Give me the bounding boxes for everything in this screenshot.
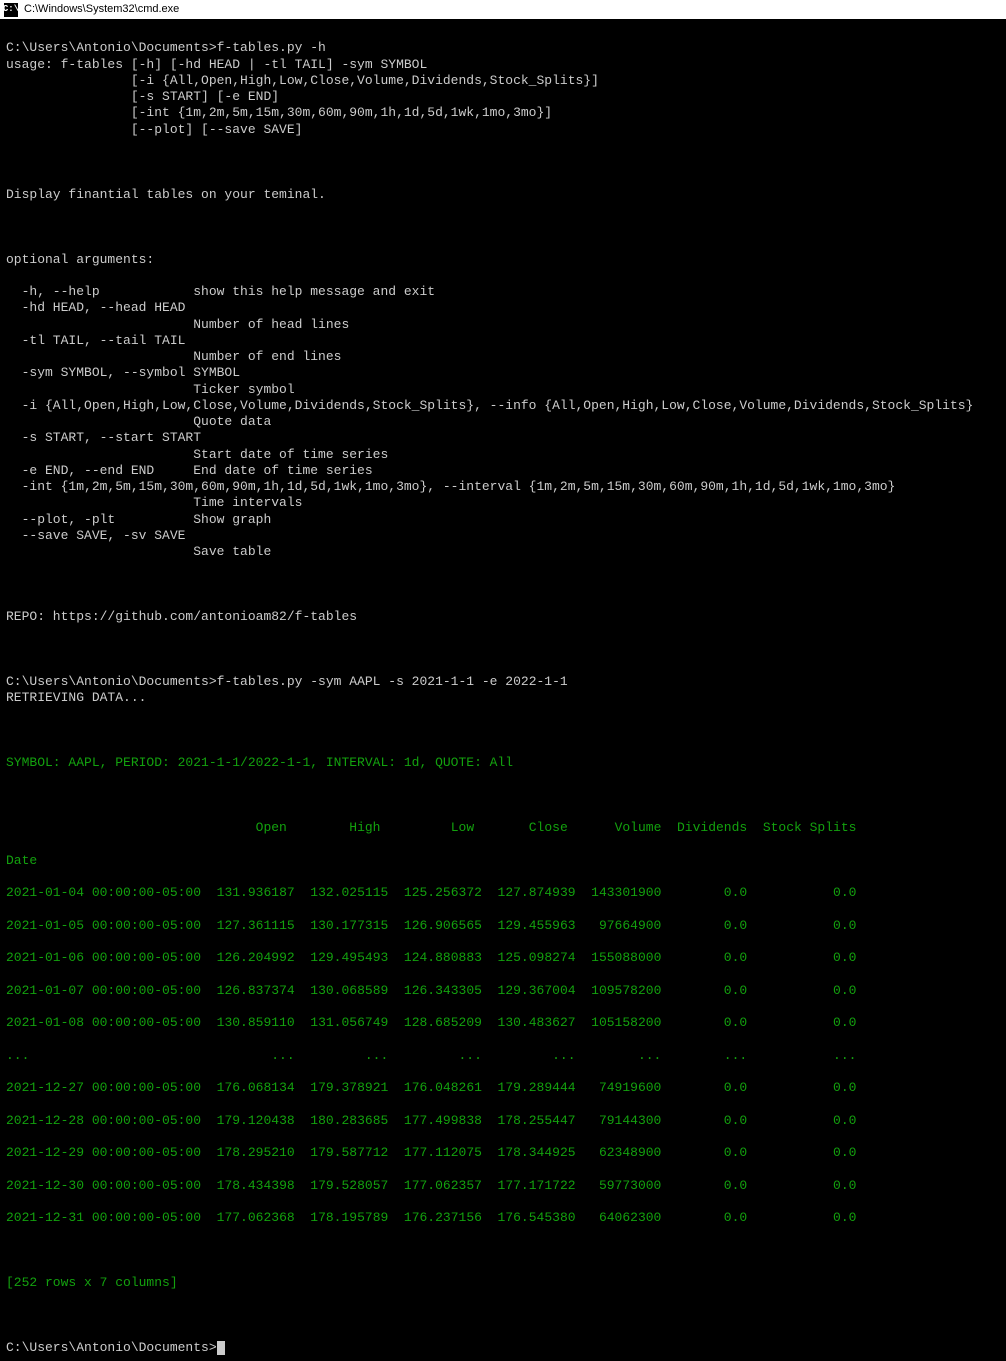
table-row: 2021-01-04 00:00:00-05:00 131.936187 132… [6, 885, 1000, 901]
arg-line: --save SAVE, -sv SAVE [6, 528, 1000, 544]
arg-line: -int {1m,2m,5m,15m,30m,60m,90m,1h,1d,5d,… [6, 479, 1000, 495]
retrieving-line: RETRIEVING DATA... [6, 690, 1000, 706]
terminal-output[interactable]: C:\Users\Antonio\Documents>f-tables.py -… [0, 20, 1006, 1361]
shape-line: [252 rows x 7 columns] [6, 1275, 1000, 1291]
table-row: 2021-12-27 00:00:00-05:00 176.068134 179… [6, 1080, 1000, 1096]
arg-line: Ticker symbol [6, 382, 1000, 398]
window-titlebar[interactable]: C:\ C:\Windows\System32\cmd.exe [0, 0, 1006, 20]
arg-line: -tl TAIL, --tail TAIL [6, 333, 1000, 349]
table-row: 2021-12-30 00:00:00-05:00 178.434398 179… [6, 1178, 1000, 1194]
summary-line: SYMBOL: AAPL, PERIOD: 2021-1-1/2022-1-1,… [6, 755, 1000, 771]
description-line: Display finantial tables on your teminal… [6, 187, 1000, 203]
arg-line: -hd HEAD, --head HEAD [6, 300, 1000, 316]
arg-line: Save table [6, 544, 1000, 560]
table-row: 2021-01-07 00:00:00-05:00 126.837374 130… [6, 983, 1000, 999]
table-row: 2021-01-08 00:00:00-05:00 130.859110 131… [6, 1015, 1000, 1031]
arg-line: Number of head lines [6, 317, 1000, 333]
index-label-row: Date [6, 853, 1000, 869]
table-row: 2021-01-05 00:00:00-05:00 127.361115 130… [6, 918, 1000, 934]
usage-line: usage: f-tables [-h] [-hd HEAD | -tl TAI… [6, 57, 1000, 73]
arg-line: --plot, -plt Show graph [6, 512, 1000, 528]
final-prompt[interactable]: C:\Users\Antonio\Documents> [6, 1340, 225, 1355]
usage-line: [-int {1m,2m,5m,15m,30m,60m,90m,1h,1d,5d… [6, 105, 1000, 121]
table-row: 2021-12-29 00:00:00-05:00 178.295210 179… [6, 1145, 1000, 1161]
arg-line: Number of end lines [6, 349, 1000, 365]
usage-block: usage: f-tables [-h] [-hd HEAD | -tl TAI… [6, 57, 1000, 138]
arg-line: -i {All,Open,High,Low,Close,Volume,Divid… [6, 398, 1000, 414]
arg-line: Time intervals [6, 495, 1000, 511]
arg-line: Start date of time series [6, 447, 1000, 463]
table-row: 2021-12-31 00:00:00-05:00 177.062368 178… [6, 1210, 1000, 1226]
cmd-icon: C:\ [4, 3, 18, 17]
table-row: 2021-12-28 00:00:00-05:00 179.120438 180… [6, 1113, 1000, 1129]
arg-line: -e END, --end END End date of time serie… [6, 463, 1000, 479]
prompt-line-2: C:\Users\Antonio\Documents>f-tables.py -… [6, 674, 568, 689]
usage-line: [-i {All,Open,High,Low,Close,Volume,Divi… [6, 73, 1000, 89]
cursor-icon [217, 1341, 225, 1355]
window-title: C:\Windows\System32\cmd.exe [24, 3, 179, 17]
arg-line: Quote data [6, 414, 1000, 430]
arg-line: -h, --help show this help message and ex… [6, 284, 1000, 300]
args-block: -h, --help show this help message and ex… [6, 284, 1000, 560]
optional-args-header: optional arguments: [6, 252, 1000, 268]
usage-line: [-s START] [-e END] [6, 89, 1000, 105]
usage-line: [--plot] [--save SAVE] [6, 122, 1000, 138]
table-header-row: Open High Low Close Volume Dividends Sto… [6, 820, 1000, 836]
table-row: 2021-01-06 00:00:00-05:00 126.204992 129… [6, 950, 1000, 966]
arg-line: -s START, --start START [6, 430, 1000, 446]
arg-line: -sym SYMBOL, --symbol SYMBOL [6, 365, 1000, 381]
prompt-line-1: C:\Users\Antonio\Documents>f-tables.py -… [6, 40, 326, 55]
table-ellipsis-row: ... ... ... ... ... ... ... ... [6, 1048, 1000, 1064]
repo-line: REPO: https://github.com/antonioam82/f-t… [6, 609, 1000, 625]
